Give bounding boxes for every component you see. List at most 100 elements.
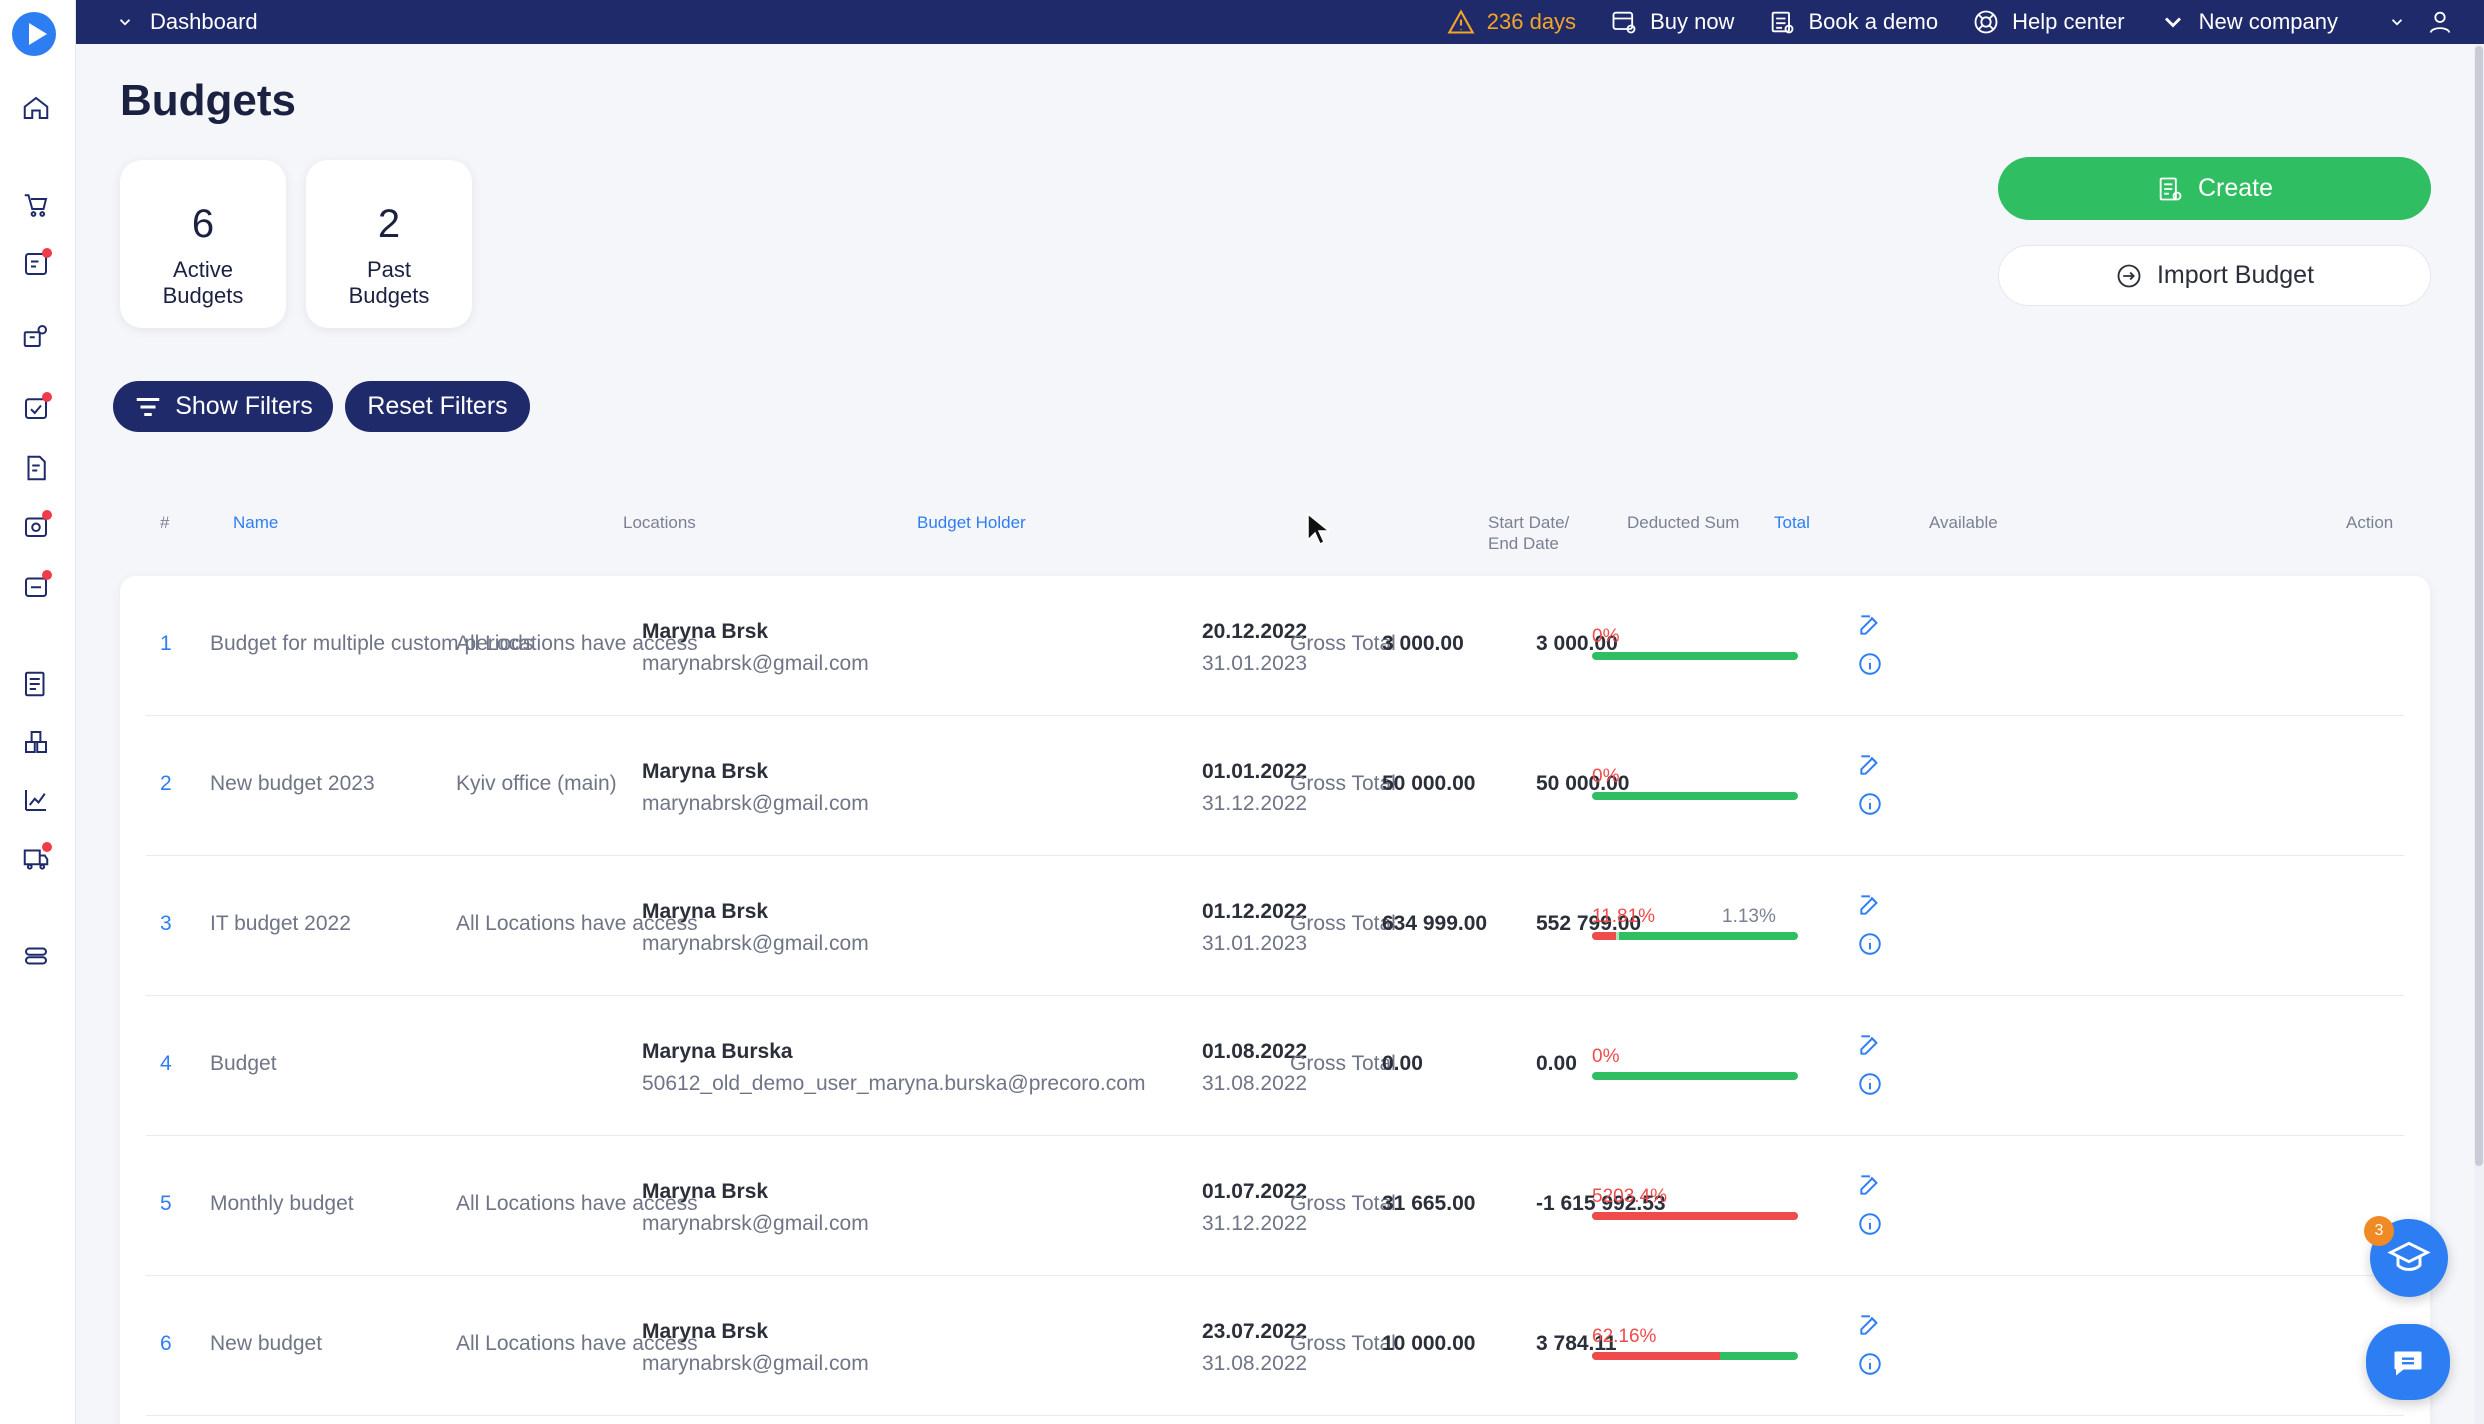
budget-progress-used	[1592, 932, 1617, 940]
cart-check-icon	[1612, 11, 1636, 34]
budget-holder: Maryna Brsk marynabrsk@gmail.com	[642, 760, 869, 816]
edit-icon[interactable]	[1857, 1032, 1883, 1058]
holder-name: Maryna Brsk	[642, 1320, 769, 1343]
user-menu[interactable]	[2388, 8, 2454, 36]
info-icon[interactable]	[1857, 1071, 1883, 1097]
breadcrumb[interactable]: Dashboard	[116, 9, 258, 35]
holder-name: Maryna Brsk	[642, 1180, 769, 1203]
row-index[interactable]: 1	[160, 632, 172, 656]
info-icon[interactable]	[1857, 651, 1883, 677]
chevron-down-icon	[119, 19, 131, 26]
help-center-link[interactable]: Help center	[1972, 8, 2125, 36]
chat-button[interactable]	[2366, 1324, 2450, 1400]
calendar-icon	[1772, 11, 1794, 34]
row-index[interactable]: 2	[160, 772, 172, 796]
settings-icon[interactable]	[18, 938, 54, 974]
budget-progress-bar	[1592, 652, 1798, 660]
holder-email: marynabrsk@gmail.com	[642, 1352, 869, 1375]
budget-locations: Kyiv office (main)	[456, 772, 617, 795]
table-row[interactable]: 6 New budget All Locations have access M…	[146, 1276, 2404, 1416]
deducted-sum: Gross Total	[1290, 772, 1396, 795]
active-budgets-label: Active Budgets	[162, 257, 244, 308]
budget-holder: Maryna Brsk marynabrsk@gmail.com	[642, 900, 869, 956]
budgets-table: 1 Budget for multiple custom periods All…	[120, 576, 2430, 1424]
info-icon[interactable]	[1857, 1211, 1883, 1237]
table-row[interactable]: 3 IT budget 2022 All Locations have acce…	[146, 856, 2404, 996]
budget-name[interactable]: New budget	[210, 1332, 322, 1356]
info-icon[interactable]	[1857, 1351, 1883, 1377]
row-index[interactable]: 3	[160, 912, 172, 936]
chevron-down-icon	[2391, 19, 2403, 26]
edit-icon[interactable]	[1857, 612, 1883, 638]
budget-holder: Maryna Burska 50612_old_demo_user_maryna…	[642, 1040, 1145, 1096]
import-budget-button[interactable]: Import Budget	[1998, 245, 2431, 306]
warning-icon	[1447, 9, 1475, 34]
edit-icon[interactable]	[1857, 892, 1883, 918]
header-total[interactable]: Total	[1774, 512, 1810, 533]
budget-progress-used	[1592, 1352, 1721, 1360]
budget-name[interactable]: IT budget 2022	[210, 912, 351, 936]
budget-total: 31 665.00	[1382, 1192, 1476, 1215]
deducted-sum: Gross Total	[1290, 632, 1396, 655]
scrollbar-thumb[interactable]	[2475, 46, 2483, 1166]
home-icon[interactable]	[18, 90, 54, 126]
invoices-icon[interactable]	[18, 450, 54, 486]
budget-progress-bar	[1592, 1212, 1798, 1220]
reset-filters-button[interactable]: Reset Filters	[345, 381, 530, 432]
pending-percent: 1.13%	[1722, 906, 1776, 927]
book-demo-link[interactable]: Book a demo	[1768, 8, 1938, 36]
page-scrollbar[interactable]	[2474, 44, 2484, 1424]
receipts-icon[interactable]	[18, 508, 54, 544]
warehouse-icon[interactable]	[18, 724, 54, 760]
help-center-label: Help center	[2012, 9, 2125, 34]
budget-progress-pending	[1616, 932, 1619, 940]
company-switcher[interactable]: New company	[2159, 8, 2338, 36]
budget-total: 10 000.00	[1382, 1332, 1476, 1355]
budget-name[interactable]: New budget 2023	[210, 772, 375, 796]
used-percent: 0%	[1592, 1046, 1620, 1067]
edit-icon[interactable]	[1857, 1312, 1883, 1338]
active-budgets-card[interactable]: 6 Active Budgets	[120, 160, 286, 328]
table-row[interactable]: 1 Budget for multiple custom periods All…	[146, 576, 2404, 716]
past-budgets-count: 2	[377, 202, 401, 246]
past-budgets-card[interactable]: 2 Past Budgets	[306, 160, 472, 328]
budget-total: 3 000.00	[1382, 632, 1464, 655]
tasks-icon[interactable]	[18, 390, 54, 426]
budget-holder: Maryna Brsk marynabrsk@gmail.com	[642, 1180, 869, 1236]
holder-email: marynabrsk@gmail.com	[642, 652, 869, 675]
table-row[interactable]: 5 Monthly budget All Locations have acce…	[146, 1136, 2404, 1276]
delivery-icon[interactable]	[18, 840, 54, 876]
header-locations: Locations	[623, 513, 696, 532]
create-button[interactable]: Create	[1998, 157, 2431, 220]
trial-indicator[interactable]: 236 days	[1447, 8, 1576, 36]
deducted-sum: Gross Total	[1290, 1332, 1396, 1355]
table-row[interactable]: 2 New budget 2023 Kyiv office (main) Mar…	[146, 716, 2404, 856]
logo-icon[interactable]	[12, 12, 56, 56]
edit-icon[interactable]	[1857, 1172, 1883, 1198]
buy-now-link[interactable]: Buy now	[1610, 8, 1734, 36]
breadcrumb-dashboard[interactable]: Dashboard	[150, 9, 258, 35]
suppliers-icon[interactable]	[18, 318, 54, 354]
header-end-date: End Date	[1488, 534, 1559, 553]
cart-icon[interactable]	[18, 186, 54, 222]
show-filters-button[interactable]: Show Filters	[113, 381, 333, 432]
analytics-icon[interactable]	[18, 782, 54, 818]
import-icon	[2117, 264, 2141, 287]
payments-icon[interactable]	[18, 568, 54, 604]
approvals-icon[interactable]	[18, 246, 54, 282]
table-row[interactable]: 4 Budget Maryna Burska 50612_old_demo_us…	[146, 996, 2404, 1136]
budget-name[interactable]: Monthly budget	[210, 1192, 354, 1216]
row-index[interactable]: 4	[160, 1052, 172, 1076]
header-name[interactable]: Name	[233, 512, 278, 533]
row-index[interactable]: 6	[160, 1332, 172, 1356]
row-index[interactable]: 5	[160, 1192, 172, 1216]
edit-icon[interactable]	[1857, 752, 1883, 778]
chat-icon	[2394, 1351, 2422, 1376]
budget-progress-bar	[1592, 1072, 1798, 1080]
budget-name[interactable]: Budget	[210, 1052, 277, 1076]
table-header: # Name Locations Budget Holder Start Dat…	[120, 508, 2430, 558]
info-icon[interactable]	[1857, 791, 1883, 817]
header-budget-holder[interactable]: Budget Holder	[917, 512, 1026, 533]
budgets-icon[interactable]	[18, 666, 54, 702]
info-icon[interactable]	[1857, 931, 1883, 957]
